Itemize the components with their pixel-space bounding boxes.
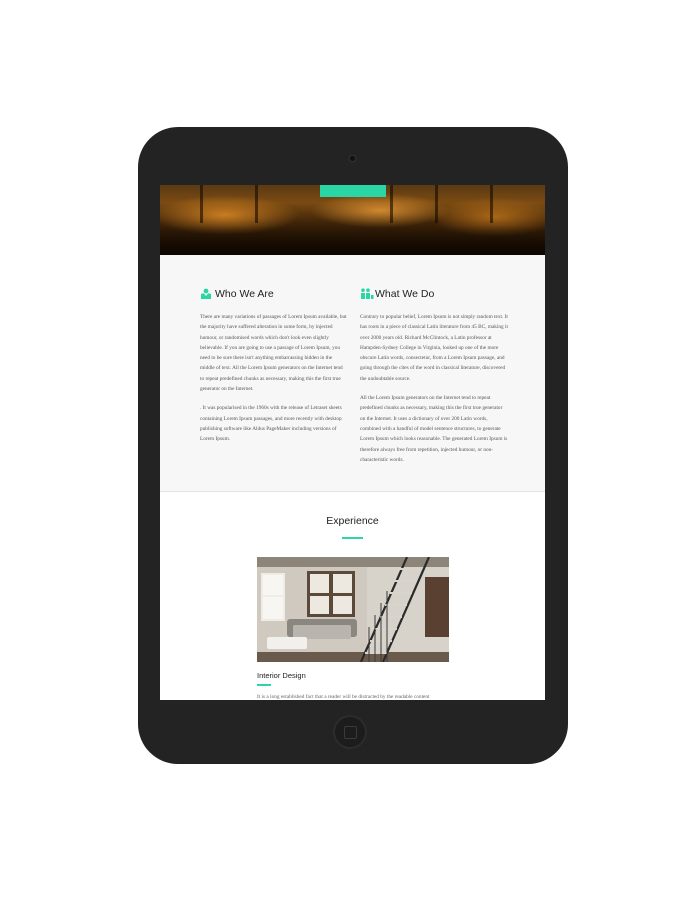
tablet-screen: Who We Are There are many variations of … xyxy=(160,185,545,700)
card-underline xyxy=(257,684,271,686)
what-we-do-paragraph-1: Contrary to popular belief, Lorem Ipsum … xyxy=(360,314,508,382)
tablet-device: Who We Are There are many variations of … xyxy=(138,127,568,764)
home-square-icon xyxy=(344,726,357,739)
experience-heading: Experience xyxy=(326,515,379,527)
person-icon xyxy=(200,288,212,300)
what-we-do-paragraph-2: All the Lorem Ipsum generators on the In… xyxy=(360,395,508,463)
what-we-do-title: What We Do xyxy=(375,288,435,300)
who-we-are-column: Who We Are There are many variations of … xyxy=(200,288,348,454)
about-section: Who We Are There are many variations of … xyxy=(160,255,545,492)
home-button[interactable] xyxy=(333,715,367,749)
what-we-do-heading: What We Do xyxy=(360,288,508,300)
accent-bar xyxy=(320,185,386,197)
what-we-do-column: What We Do Contrary to popular belief, L… xyxy=(360,288,508,474)
who-we-are-heading: Who We Are xyxy=(200,288,348,300)
who-we-are-paragraph-1: There are many variations of passages of… xyxy=(200,314,347,393)
card-text: It is a long established fact that a rea… xyxy=(257,694,430,700)
interior-design-image[interactable] xyxy=(257,557,449,662)
who-we-are-paragraph-2: . It was popularised in the 1960s with t… xyxy=(200,405,342,443)
team-icon xyxy=(360,288,374,300)
who-we-are-title: Who We Are xyxy=(215,288,274,300)
camera-icon xyxy=(348,154,357,163)
card-title[interactable]: Interior Design xyxy=(257,671,306,680)
experience-underline xyxy=(342,537,363,539)
